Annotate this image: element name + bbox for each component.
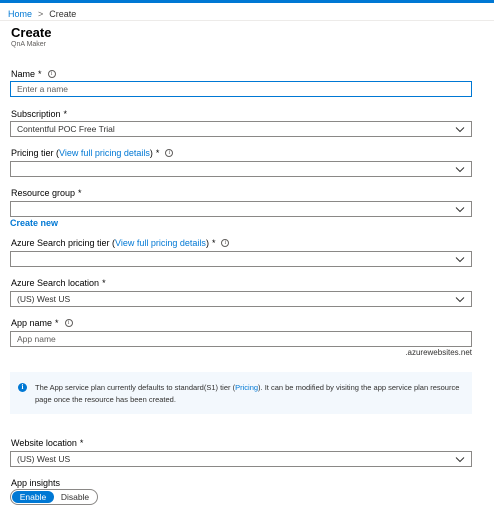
- required-marker: *: [78, 188, 82, 198]
- pricing-tier-label: Pricing tier (View full pricing details)…: [11, 148, 174, 158]
- website-location-label: Website location *: [11, 438, 83, 448]
- name-placeholder: Enter a name: [17, 84, 69, 94]
- pricing-link[interactable]: Pricing: [235, 383, 258, 392]
- app-name-input[interactable]: App name: [10, 331, 472, 347]
- required-marker: *: [102, 278, 106, 288]
- disable-option[interactable]: Disable: [54, 491, 96, 503]
- pricing-tier-label-suffix: ): [149, 148, 153, 158]
- enable-option[interactable]: Enable: [12, 491, 54, 503]
- pricing-tier-select[interactable]: [10, 161, 472, 177]
- search-tier-label: Azure Search pricing tier (View full pri…: [11, 238, 230, 248]
- name-label: Name * i: [11, 69, 56, 79]
- subscription-value: Contentful POC Free Trial: [17, 124, 115, 134]
- breadcrumb: Home > Create: [8, 8, 76, 20]
- info-message-box: i The App service plan currently default…: [10, 372, 472, 414]
- create-new-link[interactable]: Create new: [10, 218, 58, 228]
- subscription-select[interactable]: Contentful POC Free Trial: [10, 121, 472, 137]
- chevron-down-icon: [455, 297, 465, 303]
- required-marker: *: [55, 318, 59, 328]
- name-input[interactable]: Enter a name: [10, 81, 472, 97]
- chevron-down-icon: [455, 207, 465, 213]
- search-location-select[interactable]: (US) West US: [10, 291, 472, 307]
- required-marker: *: [63, 109, 68, 119]
- chevron-down-icon: [455, 167, 465, 173]
- chevron-down-icon: [455, 457, 465, 463]
- chevron-down-icon: [455, 257, 465, 263]
- info-icon[interactable]: i: [165, 149, 174, 157]
- chevron-right-icon: >: [38, 9, 44, 19]
- search-pricing-details-link[interactable]: View full pricing details: [115, 238, 206, 248]
- name-label-text: Name: [11, 69, 36, 79]
- required-marker: *: [155, 148, 160, 158]
- page-title: Create: [11, 25, 52, 40]
- search-location-label-text: Azure Search location: [11, 278, 100, 288]
- required-marker: *: [211, 238, 216, 248]
- info-icon[interactable]: i: [221, 239, 230, 247]
- app-insights-toggle: Enable Disable: [10, 489, 98, 505]
- breadcrumb-home-link[interactable]: Home: [8, 9, 32, 19]
- website-location-value: (US) West US: [17, 454, 71, 464]
- required-marker: *: [38, 69, 42, 79]
- resource-group-label-text: Resource group: [11, 188, 76, 198]
- search-location-label: Azure Search location *: [11, 278, 106, 288]
- app-name-placeholder: App name: [17, 334, 56, 344]
- search-location-value: (US) West US: [17, 294, 71, 304]
- website-location-select[interactable]: (US) West US: [10, 451, 472, 467]
- pricing-tier-label-text: Pricing tier (: [11, 148, 60, 158]
- breadcrumb-current: Create: [49, 9, 77, 19]
- info-icon[interactable]: i: [64, 319, 73, 327]
- app-insights-label: App insights: [11, 478, 60, 488]
- info-icon: i: [18, 383, 27, 392]
- app-insights-label-text: App insights: [11, 478, 61, 488]
- resource-group-label: Resource group *: [11, 188, 82, 198]
- website-location-label-text: Website location: [11, 438, 77, 448]
- pricing-details-link[interactable]: View full pricing details: [59, 148, 150, 158]
- domain-suffix: .azurewebsites.net: [405, 348, 472, 357]
- page-subtitle: QnA Maker: [11, 41, 47, 48]
- app-name-label: App name * i: [11, 318, 73, 328]
- resource-group-select[interactable]: [10, 201, 472, 217]
- info-message-text: The App service plan currently defaults …: [35, 382, 464, 404]
- subscription-label: Subscription *: [11, 109, 67, 119]
- header-divider: [0, 20, 494, 21]
- search-tier-label-suffix: ): [205, 238, 209, 248]
- top-accent-bar: [0, 0, 494, 3]
- subscription-label-text: Subscription: [11, 109, 61, 119]
- chevron-down-icon: [455, 127, 465, 133]
- info-text-before: The App service plan currently defaults …: [35, 383, 236, 392]
- app-name-label-text: App name: [11, 318, 53, 328]
- search-tier-select[interactable]: [10, 251, 472, 267]
- info-icon[interactable]: i: [47, 70, 56, 78]
- search-tier-label-text: Azure Search pricing tier (: [11, 238, 116, 248]
- required-marker: *: [79, 438, 84, 448]
